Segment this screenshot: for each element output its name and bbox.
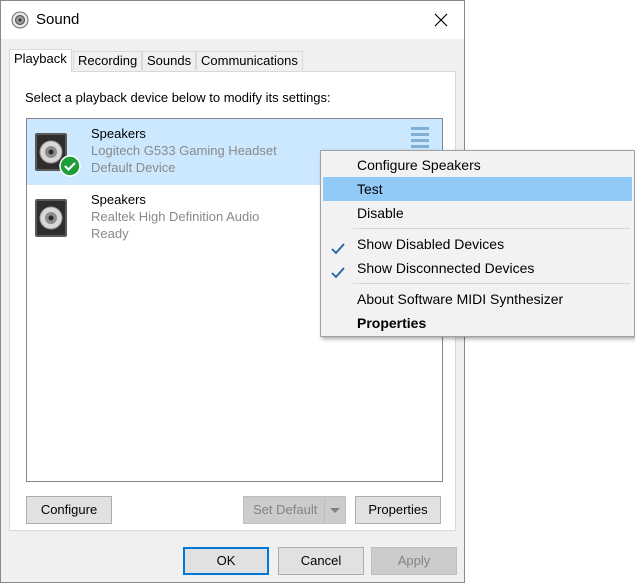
set-default-button[interactable]: Set Default	[243, 496, 346, 524]
menu-item-label: Configure Speakers	[357, 157, 481, 173]
properties-button[interactable]: Properties	[355, 496, 441, 524]
set-default-dropdown[interactable]	[324, 497, 345, 523]
context-menu: Configure Speakers Test Disable Show Dis…	[320, 150, 635, 337]
tab-recording[interactable]: Recording	[73, 51, 143, 70]
speaker-icon	[11, 11, 29, 29]
menu-item-label: Properties	[357, 315, 427, 331]
menu-item-configure-speakers[interactable]: Configure Speakers	[323, 153, 632, 177]
tab-communications[interactable]: Communications	[196, 51, 303, 70]
close-icon	[434, 13, 448, 27]
tab-playback[interactable]: Playback	[9, 49, 72, 72]
menu-item-show-disabled-devices[interactable]: Show Disabled Devices	[323, 232, 632, 256]
device-name: Speakers	[91, 126, 146, 141]
menu-item-show-disconnected-devices[interactable]: Show Disconnected Devices	[323, 256, 632, 280]
menu-separator	[353, 283, 630, 284]
close-button[interactable]	[418, 1, 464, 39]
instruction-text: Select a playback device below to modify…	[25, 90, 331, 105]
menu-item-label: Test	[357, 181, 383, 197]
chevron-down-icon	[330, 508, 340, 513]
menu-item-label: Show Disconnected Devices	[357, 260, 535, 276]
menu-item-properties[interactable]: Properties	[323, 311, 632, 335]
menu-separator	[353, 228, 630, 229]
device-status: Default Device	[91, 160, 176, 175]
menu-item-test[interactable]: Test	[323, 177, 632, 201]
checkmark-badge-icon	[59, 155, 81, 180]
device-description: Logitech G533 Gaming Headset	[91, 143, 277, 158]
menu-item-disable[interactable]: Disable	[323, 201, 632, 225]
device-description: Realtek High Definition Audio	[91, 209, 260, 224]
title-bar: Sound	[1, 1, 464, 39]
menu-item-label: Show Disabled Devices	[357, 236, 505, 252]
menu-item-about-midi[interactable]: About Software MIDI Synthesizer	[323, 287, 632, 311]
window-title: Sound	[36, 11, 80, 28]
device-name: Speakers	[91, 192, 146, 207]
menu-item-label: Disable	[357, 205, 404, 221]
apply-button[interactable]: Apply	[371, 547, 457, 575]
tab-sounds[interactable]: Sounds	[142, 51, 197, 70]
configure-button[interactable]: Configure	[26, 496, 112, 524]
ok-button[interactable]: OK	[183, 547, 269, 575]
speaker-device-icon	[33, 193, 81, 245]
device-status: Ready	[91, 226, 129, 241]
set-default-label: Set Default	[253, 502, 318, 517]
check-icon	[331, 262, 345, 286]
cancel-button[interactable]: Cancel	[278, 547, 364, 575]
menu-item-label: About Software MIDI Synthesizer	[357, 291, 564, 307]
